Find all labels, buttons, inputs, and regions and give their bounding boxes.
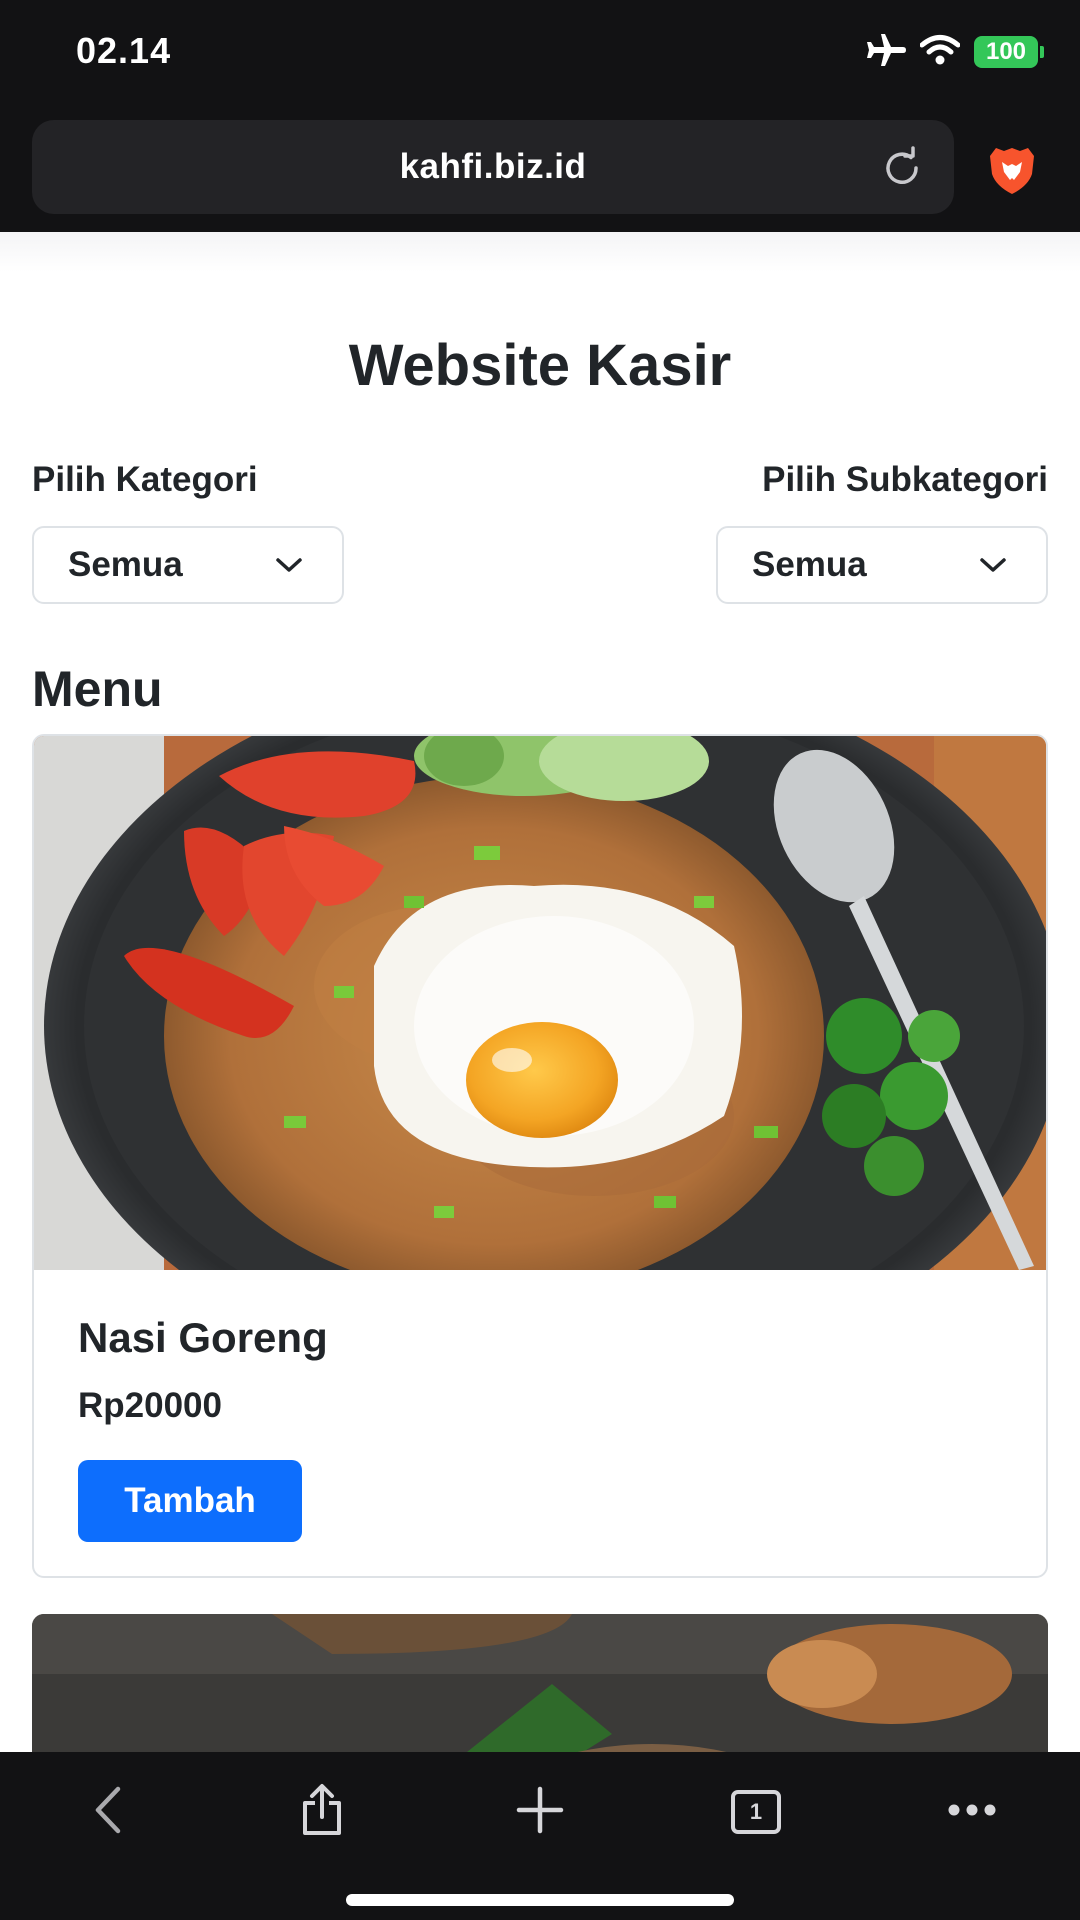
page-title: Website Kasir (348, 333, 732, 398)
menu-item-name: Nasi Goreng (78, 1314, 328, 1361)
web-page: Website Kasir Pilih Kategori Pilih Subka… (0, 232, 1080, 1752)
brave-lion-icon[interactable] (988, 144, 1036, 196)
home-indicator (346, 1894, 734, 1906)
more-icon (947, 1803, 997, 1822)
nasi-goreng-image (34, 736, 1046, 1270)
menu-item-price: Rp20000 (78, 1386, 222, 1425)
category-select[interactable]: Semua (32, 526, 344, 604)
share-icon (299, 1783, 345, 1842)
browser-address-area: kahfi.biz.id (0, 110, 1080, 232)
page-top-shade (0, 232, 1080, 272)
address-bar[interactable]: kahfi.biz.id (32, 120, 954, 214)
back-icon (90, 1785, 126, 1840)
menu-item-card: Nasi Goreng Rp20000 Tambah (32, 734, 1048, 1578)
airplane-icon (864, 32, 906, 73)
subcategory-label: Pilih Subkategori (762, 460, 1048, 499)
add-item-button[interactable]: Tambah (78, 1460, 302, 1542)
menu-heading: Menu (32, 661, 163, 717)
chevron-down-icon (274, 552, 304, 578)
battery-icon: 100 (974, 36, 1044, 68)
subcategory-select-value: Semua (752, 545, 867, 584)
share-button[interactable] (286, 1780, 358, 1844)
menu-item-card-2 (32, 1614, 1048, 1752)
tabs-button[interactable]: 1 (720, 1780, 792, 1844)
reload-icon[interactable] (880, 146, 924, 190)
tabs-icon: 1 (730, 1789, 782, 1835)
category-select-value: Semua (68, 545, 183, 584)
wifi-icon (919, 34, 961, 71)
back-button[interactable] (72, 1780, 144, 1844)
more-button[interactable] (936, 1780, 1008, 1844)
new-tab-icon (515, 1785, 565, 1840)
menu-item-2-image (32, 1614, 1048, 1752)
url-text[interactable]: kahfi.biz.id (32, 120, 954, 214)
status-time: 02.14 (76, 30, 172, 71)
category-label: Pilih Kategori (32, 460, 258, 499)
status-icons: 100 (864, 32, 1044, 73)
chevron-down-icon (978, 552, 1008, 578)
browser-toolbar: 1 (0, 1752, 1080, 1920)
subcategory-select[interactable]: Semua (716, 526, 1048, 604)
status-bar: 02.14 100 (0, 0, 1080, 110)
tab-count: 1 (749, 1799, 763, 1824)
new-tab-button[interactable] (504, 1780, 576, 1844)
